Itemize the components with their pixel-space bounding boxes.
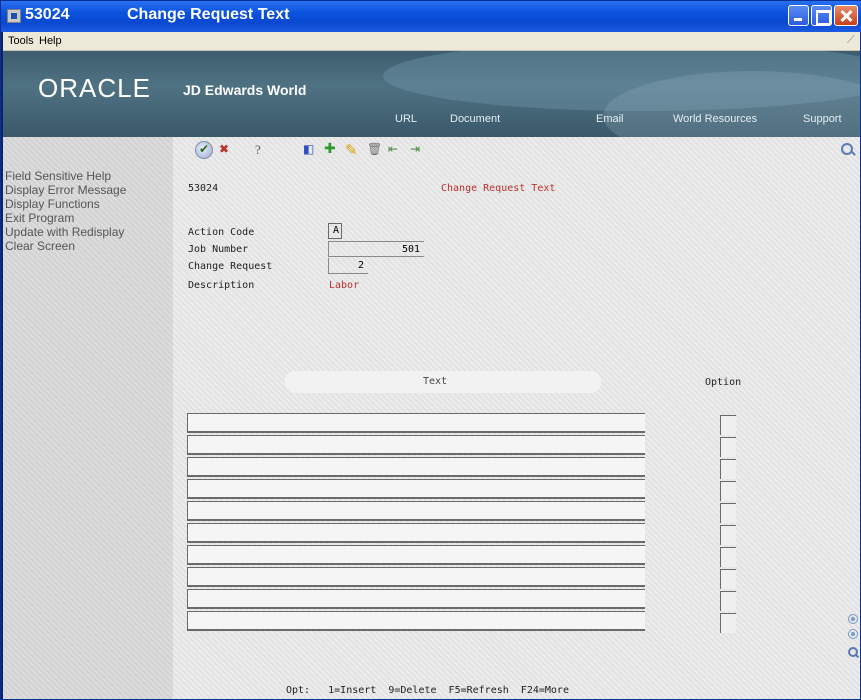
option-input[interactable] [720, 547, 736, 567]
change-request-value: 2 [357, 260, 364, 271]
menu-bar: Tools Help ⟋ [3, 32, 860, 51]
action-code-value: A [332, 225, 339, 236]
text-line-input[interactable] [187, 589, 645, 609]
option-input[interactable] [720, 503, 736, 523]
oracle-logo: ORACLE [38, 73, 151, 103]
sidebar-item-field-sensitive-help[interactable]: Field Sensitive Help [5, 169, 111, 183]
change-request-field[interactable]: 2 [328, 258, 368, 274]
banner-link-world-resources[interactable]: World Resources [673, 113, 757, 125]
menu-help[interactable]: Help [39, 35, 62, 47]
option-input[interactable] [720, 437, 736, 457]
action-code-field[interactable]: A [328, 223, 342, 239]
menu-tools[interactable]: Tools [8, 35, 34, 47]
oracle-banner: ORACLE JD Edwards World URL Document Ema… [3, 51, 860, 137]
text-line-input[interactable] [187, 523, 645, 543]
window-program-id: 53024 [25, 6, 70, 23]
job-number-value: 501 [401, 244, 420, 255]
inquire-icon[interactable] [301, 141, 319, 159]
form-area: 53024 Change Request Text Action Code A … [173, 137, 860, 699]
text-line-input[interactable] [187, 413, 645, 433]
accept-icon[interactable] [195, 141, 213, 159]
product-name: JD Edwards World [183, 82, 307, 98]
option-input[interactable] [720, 569, 736, 589]
option-input[interactable] [720, 415, 736, 435]
form-program-id: 53024 [188, 183, 219, 194]
job-number-field[interactable]: 501 [328, 241, 424, 257]
text-column-header-label: Text [423, 376, 448, 387]
function-key-legend: Opt: 1=Insert 9=Delete F5=Refresh F24=Mo… [286, 685, 569, 696]
search-icon[interactable] [839, 141, 857, 159]
function-sidebar: Field Sensitive Help Display Error Messa… [3, 137, 173, 699]
sidebar-item-display-error-message[interactable]: Display Error Message [5, 183, 126, 197]
option-input[interactable] [720, 459, 736, 479]
sidebar-item-clear-screen[interactable]: Clear Screen [5, 239, 75, 253]
option-input[interactable] [720, 525, 736, 545]
sidebar-item-display-functions[interactable]: Display Functions [5, 197, 100, 211]
banner-link-url[interactable]: URL [395, 113, 417, 125]
text-line-input[interactable] [187, 611, 645, 631]
banner-link-support[interactable]: Support [803, 113, 842, 125]
app-icon[interactable] [7, 9, 21, 23]
search-icon[interactable] [848, 647, 858, 657]
sidebar-item-exit-program[interactable]: Exit Program [5, 211, 74, 225]
page-down-icon[interactable] [848, 629, 858, 639]
minimize-button[interactable] [788, 5, 809, 26]
help-icon[interactable] [251, 141, 269, 159]
option-input[interactable] [720, 591, 736, 611]
form-heading: Change Request Text [441, 183, 556, 194]
page-up-icon[interactable] [848, 614, 858, 624]
resize-grip-icon: ⟋ [847, 34, 855, 46]
delete-icon[interactable] [364, 141, 382, 159]
text-line-input[interactable] [187, 479, 645, 499]
option-input[interactable] [720, 613, 736, 633]
text-line-input[interactable] [187, 435, 645, 455]
add-icon[interactable] [322, 141, 340, 159]
toolbar [173, 137, 860, 163]
description-value: Labor [329, 280, 360, 291]
banner-link-email[interactable]: Email [596, 113, 624, 125]
title-bar: 53024 Change Request Text [1, 1, 861, 32]
sidebar-item-update-with-redisplay[interactable]: Update with Redisplay [5, 225, 124, 239]
change-icon[interactable] [343, 141, 361, 159]
text-line-input[interactable] [187, 545, 645, 565]
app-window: 53024 Change Request Text Tools Help ⟋ O… [0, 0, 861, 700]
banner-link-document[interactable]: Document [450, 113, 500, 125]
job-number-label: Job Number [188, 244, 249, 255]
next-icon[interactable] [408, 141, 426, 159]
change-request-label: Change Request [188, 261, 273, 272]
text-line-input[interactable] [187, 567, 645, 587]
previous-icon[interactable] [386, 141, 404, 159]
close-button[interactable] [834, 5, 858, 26]
action-code-label: Action Code [188, 227, 255, 238]
option-input[interactable] [720, 481, 736, 501]
text-line-input[interactable] [187, 457, 645, 477]
cancel-icon[interactable] [217, 141, 233, 159]
maximize-button[interactable] [811, 5, 832, 26]
description-label: Description [188, 280, 255, 291]
text-line-input[interactable] [187, 501, 645, 521]
window-title: Change Request Text [127, 6, 290, 23]
text-column-header: Text [285, 371, 601, 393]
option-column-header: Option [705, 377, 742, 388]
